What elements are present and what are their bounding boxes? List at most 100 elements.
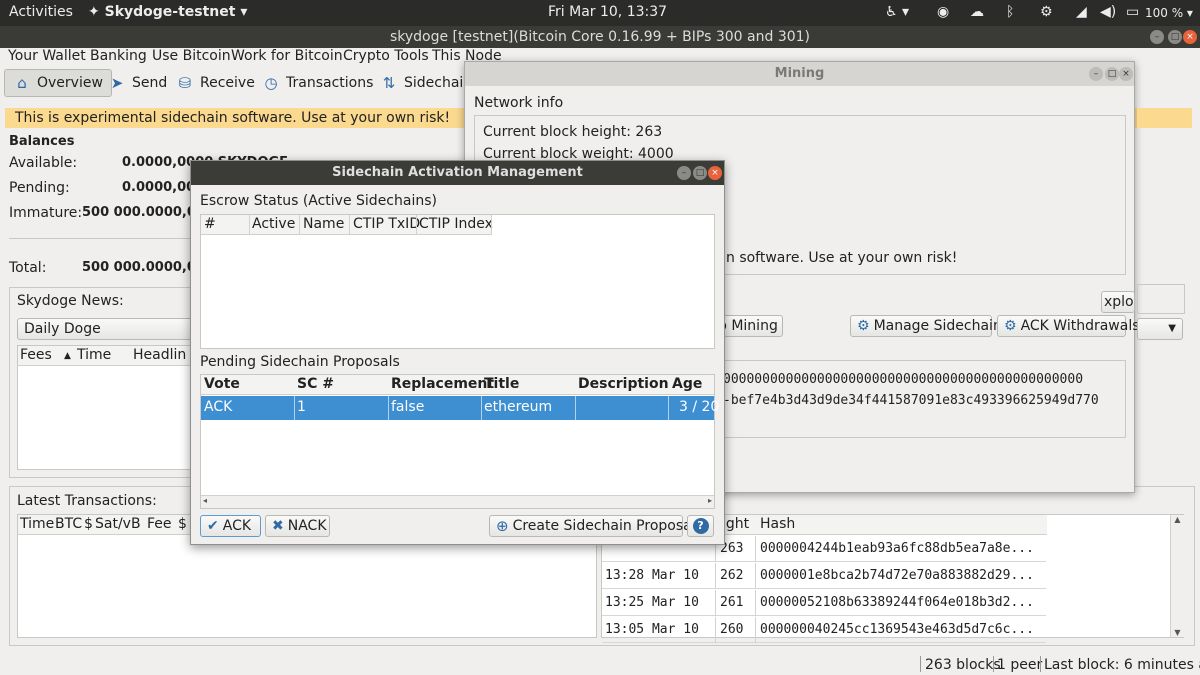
clock[interactable]: Fri Mar 10, 13:37 <box>548 4 667 20</box>
row-sep <box>481 396 482 420</box>
transactions-button[interactable]: ◷ Transactions <box>254 69 381 97</box>
balances-heading: Balances <box>9 134 75 149</box>
col-headline[interactable]: Headlin <box>133 347 186 363</box>
maximize-icon[interactable]: □ <box>1168 30 1182 44</box>
col-hash[interactable]: Hash <box>760 516 795 532</box>
scroll-left-icon[interactable]: ◂ <box>203 496 207 505</box>
menu-your-wallet[interactable]: Your Wallet <box>8 48 86 64</box>
bluetooth-icon[interactable]: ᛒ <box>1006 4 1014 20</box>
scroll-up-icon[interactable]: ▲ <box>1171 515 1184 524</box>
mining-minimize-icon[interactable]: – <box>1089 67 1103 81</box>
col-btc[interactable]: BTC <box>55 516 82 532</box>
menu-use-bitcoin[interactable]: Use Bitcoin <box>152 48 231 64</box>
proposals-table-header: Vote SC # Replacement Title Description … <box>201 375 714 395</box>
block-explorer-button[interactable]: xplorer <box>1101 291 1135 313</box>
scroll-right-icon[interactable]: ▸ <box>708 496 712 505</box>
col-usd[interactable]: $ <box>84 516 93 532</box>
menu-banking[interactable]: Banking <box>90 48 147 64</box>
proposals-h-scrollbar[interactable]: ◂ ▸ <box>201 495 714 508</box>
escrow-col-sep <box>249 215 250 235</box>
col-sc-number[interactable]: SC # <box>297 376 334 392</box>
battery-icon[interactable]: ▭ <box>1126 4 1139 20</box>
col-fees[interactable]: Fees <box>20 347 52 363</box>
table-row[interactable]: 13:05 Mar 10 260 000000040245cc1369543e463… <box>602 617 1046 643</box>
volume-icon[interactable]: ◀) <box>1100 4 1116 20</box>
sam-close-icon[interactable]: × <box>708 166 722 180</box>
menu-crypto-tools[interactable]: Crypto Tools <box>343 48 429 64</box>
overview-button[interactable]: ⌂ Overview <box>4 69 112 97</box>
pending-label: Pending: <box>9 180 70 196</box>
block-height: Current block height: 263 <box>483 124 663 140</box>
col-replacement[interactable]: Replacement <box>391 376 494 392</box>
block-col-sep <box>755 590 756 616</box>
block-hash: 0000004244b1eab93a6fc88db5ea7a8e... <box>760 541 1034 556</box>
scroll-down-icon[interactable]: ▼ <box>1171 628 1184 637</box>
wifi-icon[interactable]: ◢ <box>1076 4 1087 20</box>
receive-button[interactable]: ⛁ Receive <box>168 69 263 97</box>
col-vote[interactable]: Vote <box>204 376 240 392</box>
block-col-sep <box>715 590 716 616</box>
escrow-col-sep <box>416 215 417 235</box>
ack-withdrawals-button[interactable]: ⚙ ACK Withdrawals <box>997 315 1140 337</box>
status-sep-3 <box>1040 656 1041 672</box>
sidechain-icon: ⇅ <box>382 74 396 92</box>
help-button[interactable]: ? <box>687 515 714 537</box>
minimize-icon[interactable]: – <box>1150 30 1164 44</box>
sidechains-label: Sidechain <box>404 75 473 91</box>
sam-maximize-icon[interactable]: □ <box>693 166 707 180</box>
send-button[interactable]: ➤ Send <box>100 69 175 97</box>
escrow-col-sep <box>299 215 300 235</box>
table-row[interactable]: 13:25 Mar 10 261 00000052108b63389244f064e… <box>602 590 1046 616</box>
sam-titlebar: Sidechain Activation Management <box>191 161 724 185</box>
check-icon: ✔ <box>207 518 219 534</box>
app-menu[interactable]: ✦ Skydoge-testnet ▾ <box>88 4 247 20</box>
mining-select[interactable]: ▼ <box>1137 318 1183 340</box>
nack-button[interactable]: ✖ NACK <box>265 515 330 537</box>
col-time[interactable]: Time <box>77 347 111 363</box>
col-fee[interactable]: Fee <box>147 516 172 532</box>
escrow-table[interactable]: # Active Name CTIP TxID CTIP Index <box>200 214 715 349</box>
sam-minimize-icon[interactable]: – <box>677 166 691 180</box>
status-peers: 1 peer <box>997 657 1043 673</box>
col-description[interactable]: Description <box>578 376 669 392</box>
col-title[interactable]: Title <box>484 376 519 392</box>
col-active[interactable]: Active <box>252 216 295 232</box>
col-sat-vb[interactable]: Sat/vB <box>95 516 141 532</box>
news-type-select[interactable]: Daily Doge <box>17 318 197 340</box>
gear-icon: ⚙ <box>857 318 870 334</box>
close-icon[interactable]: × <box>1183 30 1197 44</box>
col-height[interactable]: ight <box>722 516 749 532</box>
col-number[interactable]: # <box>204 216 216 232</box>
manage-sidechains-button[interactable]: ⚙ Manage Sidechains <box>850 315 1009 337</box>
mining-close-icon[interactable]: × <box>1119 67 1133 81</box>
create-sidechain-proposal-button[interactable]: ⊕ Create Sidechain Proposal <box>489 515 696 537</box>
block-time: 13:28 Mar 10 <box>605 568 699 583</box>
blocks-scrollbar[interactable]: ▲ ▼ <box>1170 515 1184 637</box>
block-hash: 00000052108b63389244f064e018b3d2... <box>760 595 1034 610</box>
accessibility-icon[interactable]: ♿ ▾ <box>885 4 909 20</box>
cloud-icon[interactable]: ☁ <box>970 4 984 20</box>
battery-percent[interactable]: 100 % ▾ <box>1145 6 1193 20</box>
pending-proposals-table[interactable]: Vote SC # Replacement Title Description … <box>200 374 719 509</box>
news-table[interactable]: Fees ▲ Time Headlin <box>17 345 197 470</box>
block-height: 262 <box>720 568 744 583</box>
col-ctip-txid[interactable]: CTIP TxID <box>353 216 420 232</box>
updates-icon[interactable]: ⚙ <box>1040 4 1053 20</box>
col-age[interactable]: Age <box>672 376 702 392</box>
tray-app-icon[interactable]: ◉ <box>937 4 949 20</box>
menu-work-for-bitcoin[interactable]: Work for Bitcoin <box>231 48 343 64</box>
col-ctip-index[interactable]: CTIP Index <box>419 216 493 232</box>
col-time[interactable]: Time <box>20 516 54 532</box>
col-fee-usd[interactable]: $ <box>178 516 187 532</box>
mining-maximize-icon[interactable]: □ <box>1105 67 1119 81</box>
news-heading: Skydoge News: <box>17 293 124 309</box>
activities-button[interactable]: Activities <box>9 4 73 20</box>
ack-button[interactable]: ✔ ACK <box>200 515 261 537</box>
col-name[interactable]: Name <box>303 216 344 232</box>
table-row[interactable]: ACK 1 false ethereum 3 / 20 <box>201 396 719 420</box>
pending-proposals-heading: Pending Sidechain Proposals <box>200 354 400 370</box>
send-label: Send <box>132 75 168 91</box>
table-row[interactable]: 13:28 Mar 10 262 0000001e8bca2b74d72e70a88… <box>602 563 1046 589</box>
window-title: skydoge [testnet](Bitcoin Core 0.16.99 +… <box>389 29 811 45</box>
mining-hash-2: -bef7e4b3d43d9de34f441587091e83c49339662… <box>723 393 1099 408</box>
